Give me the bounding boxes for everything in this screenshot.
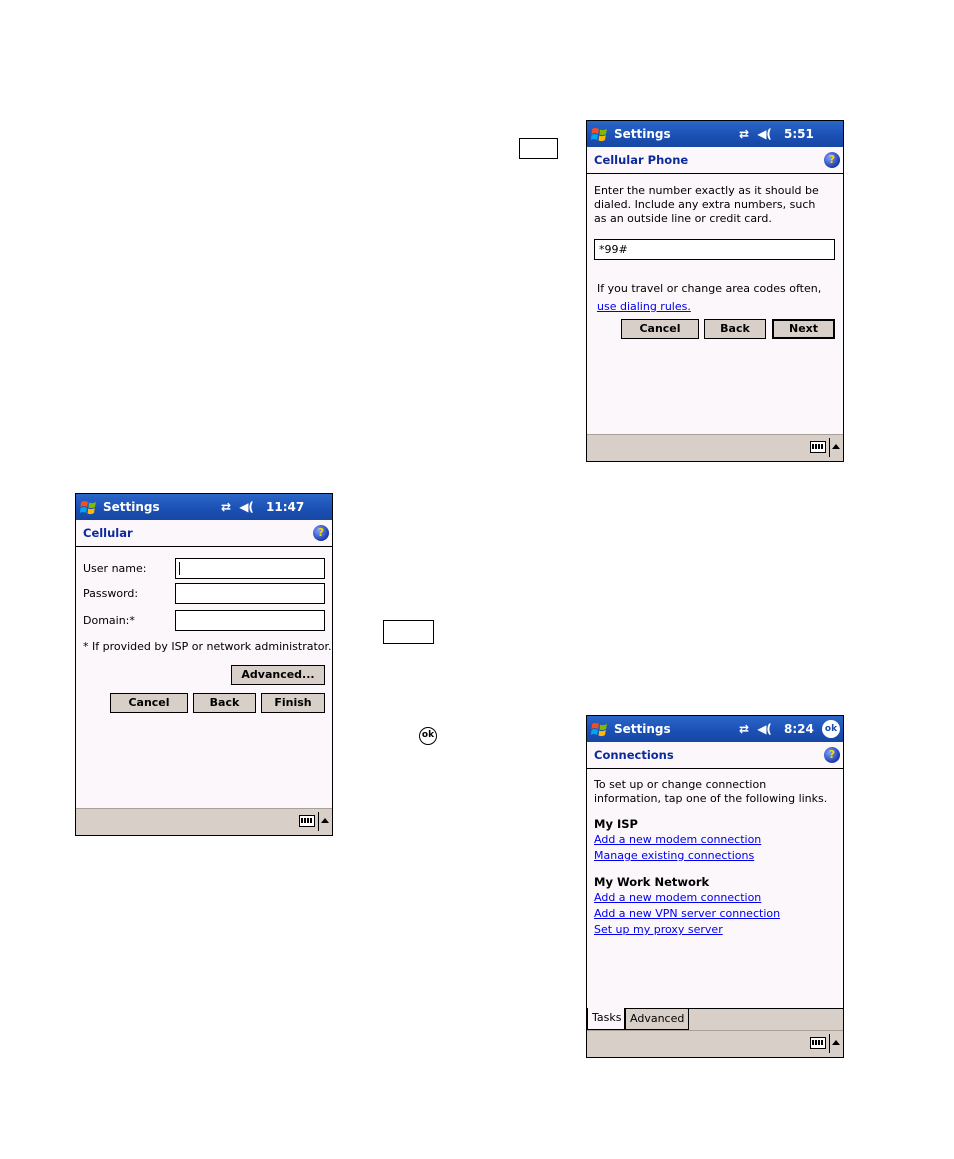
work-proxy-link[interactable]: Set up my proxy server [594,922,836,938]
connectivity-icon: ⇄ [221,500,232,514]
keyboard-icon[interactable] [810,1037,826,1049]
page-title: Connections [594,748,674,762]
clock[interactable]: 8:24 [784,722,814,736]
menu-bar [76,808,332,835]
text-caret [179,562,180,575]
user-name-field[interactable] [175,558,325,579]
cellular-screen: Settings ⇄ ◀( 11:47 Cellular ? User name… [75,493,333,836]
status-icons[interactable]: ⇄ ◀( [739,722,772,736]
divider [318,812,319,831]
arrow-up-icon[interactable] [832,444,840,449]
travel-text: If you travel or change area codes often… [597,282,822,295]
arrow-up-icon[interactable] [832,1040,840,1045]
menu-bar [587,1030,843,1057]
keyboard-icon[interactable] [810,441,826,453]
work-add-vpn-link[interactable]: Add a new VPN server connection [594,906,836,922]
empty-box-top [519,138,558,159]
my-isp-heading: My ISP [594,817,638,831]
domain-field[interactable] [175,610,325,631]
finish-button[interactable]: Finish [261,693,325,713]
title-text: Settings [614,127,671,141]
tab-tasks[interactable]: Tasks [587,1008,625,1030]
windows-flag-icon[interactable] [79,497,99,517]
divider [829,438,830,457]
intro-text: To set up or change connection informati… [594,778,828,805]
isp-add-modem-link[interactable]: Add a new modem connection [594,832,836,848]
speaker-icon: ◀( [239,500,254,514]
domain-note: * If provided by ISP or network administ… [83,640,332,653]
instructions-text: Enter the number exactly as it should be… [594,184,819,225]
phone-number-field[interactable]: *99# [594,239,835,260]
status-icons[interactable]: ⇄ ◀( [739,127,772,141]
advanced-button[interactable]: Advanced... [231,665,325,685]
user-name-label: User name: [83,562,147,575]
status-icons[interactable]: ⇄ ◀( [221,500,254,514]
password-field[interactable] [175,583,325,604]
help-icon[interactable]: ? [824,747,840,763]
speaker-icon: ◀( [757,722,772,736]
speaker-icon: ◀( [757,127,772,141]
clock[interactable]: 11:47 [266,500,304,514]
next-button[interactable]: Next [772,319,835,339]
cancel-button[interactable]: Cancel [110,693,188,713]
menu-bar [587,434,843,461]
connectivity-icon: ⇄ [739,127,750,141]
tab-strip: Tasks Advanced [587,1008,843,1031]
arrow-up-icon[interactable] [321,818,329,823]
my-work-network-heading: My Work Network [594,875,710,889]
help-icon[interactable]: ? [313,525,329,541]
work-add-modem-link[interactable]: Add a new modem connection [594,890,836,906]
tab-advanced[interactable]: Advanced [625,1008,689,1030]
page-header: Cellular Phone ? [587,147,843,174]
dialing-rules-wrap: use dialing rules. [597,299,691,315]
password-label: Password: [83,587,139,600]
page-title: Cellular Phone [594,153,689,167]
connectivity-icon: ⇄ [739,722,750,736]
domain-label: Domain:* [83,614,135,627]
title-text: Settings [614,722,671,736]
ok-icon: ok [419,727,437,745]
page-header: Connections ? [587,742,843,769]
cellular-phone-screen: Settings ⇄ ◀( 5:51 Cellular Phone ? Ente… [586,120,844,462]
title-text: Settings [103,500,160,514]
back-button[interactable]: Back [193,693,256,713]
ok-button[interactable]: ok [822,720,840,738]
connections-screen: Settings ⇄ ◀( 8:24 ok Connections ? To s… [586,715,844,1058]
title-bar: Settings ⇄ ◀( 5:51 [587,121,843,147]
dialing-rules-link[interactable]: use dialing rules. [597,299,691,315]
page-header: Cellular ? [76,520,332,547]
help-icon[interactable]: ? [824,152,840,168]
cancel-button[interactable]: Cancel [621,319,699,339]
windows-flag-icon[interactable] [590,124,610,144]
keyboard-icon[interactable] [299,815,315,827]
title-bar: Settings ⇄ ◀( 8:24 ok [587,716,843,742]
content: Enter the number exactly as it should be… [594,184,836,226]
windows-flag-icon[interactable] [590,719,610,739]
back-button[interactable]: Back [704,319,766,339]
page-title: Cellular [83,526,133,540]
title-bar: Settings ⇄ ◀( 11:47 [76,494,332,520]
empty-box-middle [383,620,434,644]
isp-manage-connections-link[interactable]: Manage existing connections [594,848,836,864]
divider [829,1034,830,1053]
clock[interactable]: 5:51 [784,127,814,141]
content: To set up or change connection informati… [594,778,836,938]
